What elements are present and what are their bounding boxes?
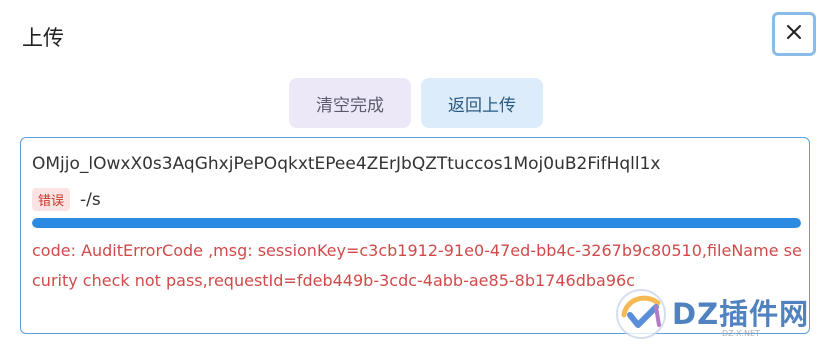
back-to-upload-button[interactable]: 返回上传	[421, 78, 543, 128]
upload-speed: -/s	[80, 189, 101, 210]
close-icon	[786, 24, 802, 44]
progress-fill	[32, 218, 801, 228]
clear-completed-button[interactable]: 清空完成	[289, 78, 411, 128]
watermark-logo: DZ插件网 DZ-X.NET	[612, 285, 822, 343]
close-button[interactable]	[772, 12, 816, 56]
file-name: OMjjo_lOwxX0s3AqGhxjPePOqkxtEPee4ZErJbQZ…	[32, 154, 661, 174]
status-badge: 错误	[32, 188, 71, 211]
watermark-subtext: DZ-X.NET	[722, 329, 760, 338]
dialog-title: 上传	[22, 26, 64, 50]
progress-bar	[32, 218, 801, 228]
action-bar: 清空完成 返回上传	[289, 78, 543, 128]
watermark-text: DZ插件网	[672, 297, 810, 331]
upload-meta: 错误 -/s	[32, 188, 101, 211]
